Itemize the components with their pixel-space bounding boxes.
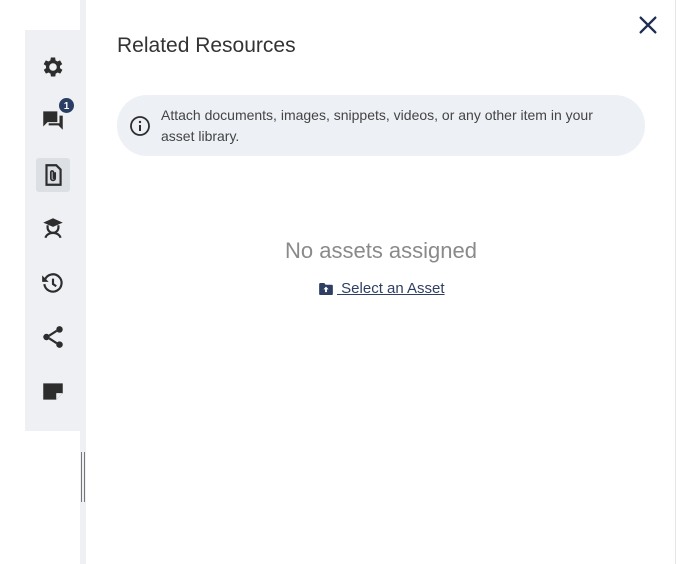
info-icon	[130, 115, 150, 136]
related-resources-panel: Related Resources Attach documents, imag…	[86, 0, 676, 564]
sidebar-item-share[interactable]	[36, 320, 70, 354]
share-icon	[43, 326, 63, 348]
graduate-icon	[43, 218, 63, 239]
app-root: 1 Related Resources Attach documents, im…	[0, 0, 676, 564]
sidebar-item-related-resources[interactable]	[36, 158, 70, 192]
select-asset-label: Select an Asset	[337, 280, 445, 297]
close-icon	[639, 16, 657, 34]
gear-icon	[43, 57, 63, 77]
sidebar-item-training[interactable]	[36, 211, 70, 245]
comments-count-badge: 1	[58, 97, 75, 114]
sidebar-item-settings[interactable]	[36, 50, 70, 84]
history-icon	[42, 273, 63, 293]
panel-title: Related Resources	[117, 34, 296, 57]
sidebar-item-history[interactable]	[36, 266, 70, 300]
info-text: Attach documents, images, snippets, vide…	[161, 106, 593, 144]
close-button[interactable]	[635, 12, 661, 38]
select-asset-link[interactable]: Select an Asset	[319, 280, 445, 297]
empty-state-title: No assets assigned	[285, 238, 477, 263]
folder-upload-icon	[319, 282, 333, 295]
attachment-icon	[45, 164, 62, 186]
info-banner: Attach documents, images, snippets, vide…	[117, 95, 645, 156]
sidebar-item-notes[interactable]	[36, 374, 70, 408]
note-icon	[43, 383, 63, 400]
